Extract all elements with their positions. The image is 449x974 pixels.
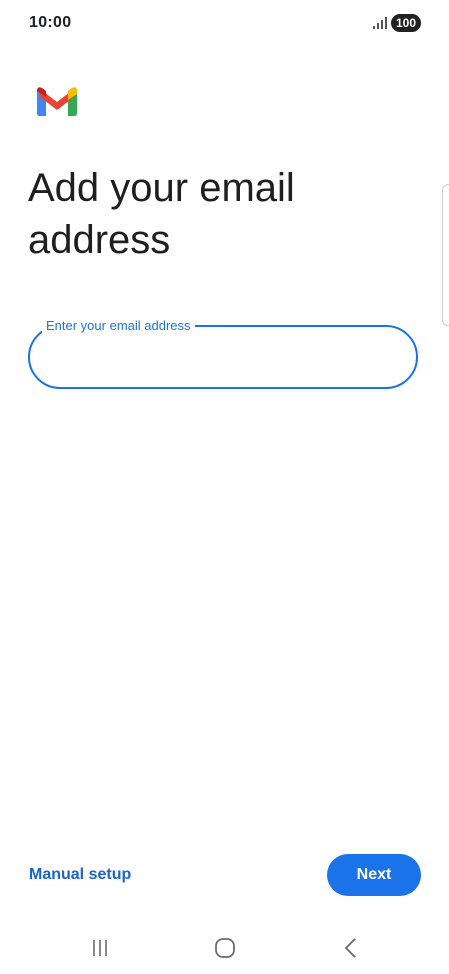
- recents-icon[interactable]: [89, 938, 111, 958]
- page-title: Add your email address: [28, 166, 295, 262]
- signal-bars-icon: [373, 17, 387, 29]
- scroll-indicator: [442, 184, 449, 326]
- next-button[interactable]: Next: [327, 854, 421, 896]
- email-input[interactable]: [48, 343, 402, 373]
- manual-setup-link[interactable]: Manual setup: [29, 866, 131, 884]
- home-icon[interactable]: [214, 937, 236, 959]
- navigation-bar: [0, 926, 449, 974]
- status-bar: 10:00 100: [0, 0, 449, 48]
- status-time: 10:00: [29, 14, 72, 31]
- battery-indicator: 100: [391, 14, 421, 32]
- back-icon[interactable]: [341, 937, 361, 959]
- gmail-logo-icon: [37, 87, 77, 116]
- email-field-label: Enter your email address: [42, 318, 195, 334]
